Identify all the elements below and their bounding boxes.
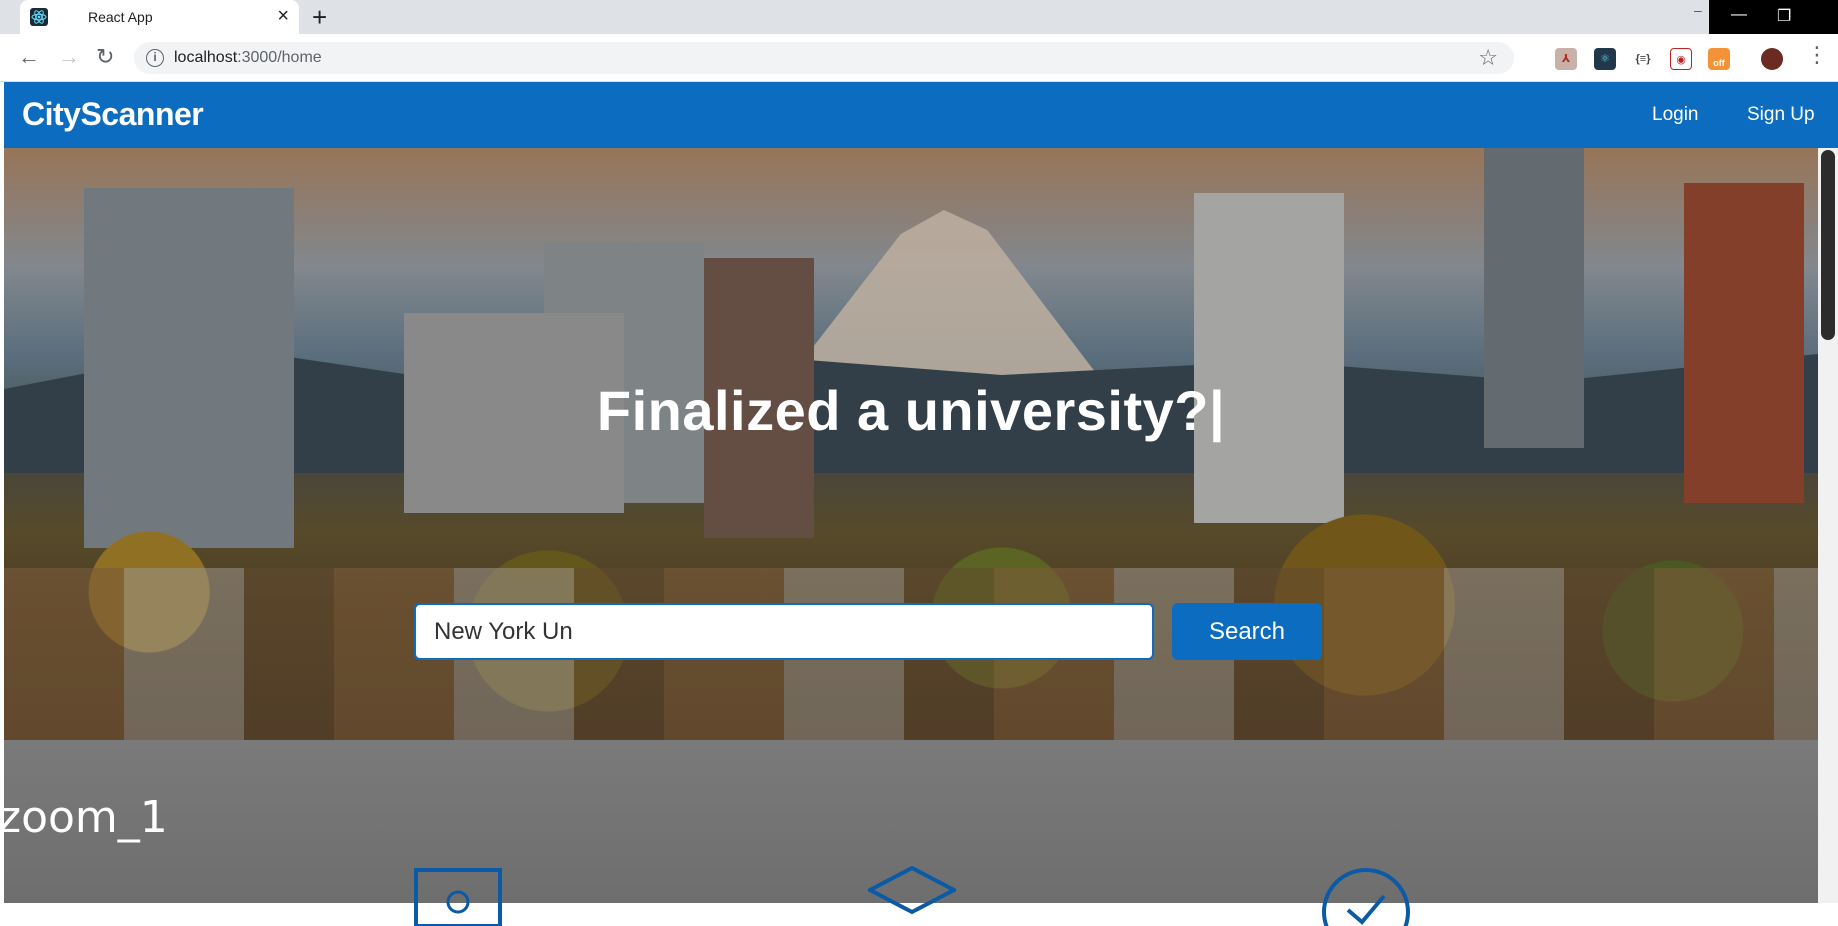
browser-tabstrip: React App × + – — ❐	[0, 0, 1838, 34]
restore-icon[interactable]: ❐	[1777, 6, 1791, 26]
hero-title: Finalized a university?|	[596, 379, 1226, 442]
search-document-icon	[414, 868, 502, 926]
search-input[interactable]	[414, 603, 1154, 660]
app-navbar: CityScanner Login Sign Up	[4, 82, 1838, 148]
page-scrollbar[interactable]	[1818, 148, 1838, 903]
minimize-icon[interactable]: —	[1731, 6, 1747, 24]
react-devtools-icon[interactable]: ⚛	[1594, 48, 1616, 70]
close-tab-icon[interactable]: ×	[277, 5, 289, 27]
browser-toolbar: ← → ↻ i localhost:3000/home ☆ ⅄ ⚛ {≡} ◉ …	[0, 34, 1838, 82]
login-link[interactable]: Login	[1652, 104, 1699, 126]
scrollbar-thumb[interactable]	[1821, 150, 1835, 340]
url-text: localhost:3000/home	[174, 49, 322, 66]
menu-icon[interactable]: ⋮	[1806, 42, 1828, 68]
section-title: zoom_1	[0, 792, 168, 843]
forward-icon[interactable]: →	[58, 44, 80, 70]
reload-icon[interactable]: ↻	[96, 44, 114, 70]
window-minimize-hint: –	[1694, 2, 1702, 18]
shield-icon[interactable]: ◉	[1670, 48, 1692, 70]
search-button[interactable]: Search	[1172, 603, 1322, 660]
new-tab-icon[interactable]: +	[312, 2, 327, 32]
off-icon[interactable]: off	[1708, 48, 1730, 70]
pdf-icon[interactable]: ⅄	[1555, 48, 1577, 70]
react-icon	[30, 8, 48, 26]
info-icon[interactable]: i	[146, 49, 164, 67]
signup-link[interactable]: Sign Up	[1747, 104, 1815, 126]
hero-banner: Finalized a university?| Search	[4, 148, 1818, 740]
json-icon[interactable]: {≡}	[1632, 48, 1654, 70]
layers-icon	[868, 866, 956, 915]
back-icon[interactable]: ←	[18, 44, 40, 70]
bookmark-star-icon[interactable]: ☆	[1478, 45, 1498, 71]
address-bar[interactable]: i localhost:3000/home ☆	[134, 42, 1514, 74]
tab-title: React App	[88, 9, 153, 25]
window-controls: — ❐	[1709, 0, 1838, 34]
features-section: zoom_1	[0, 740, 1818, 926]
brand-logo[interactable]: CityScanner	[22, 96, 204, 133]
check-circle-icon	[1322, 868, 1410, 926]
profile-avatar[interactable]	[1761, 48, 1783, 70]
browser-tab[interactable]: React App ×	[20, 0, 299, 34]
